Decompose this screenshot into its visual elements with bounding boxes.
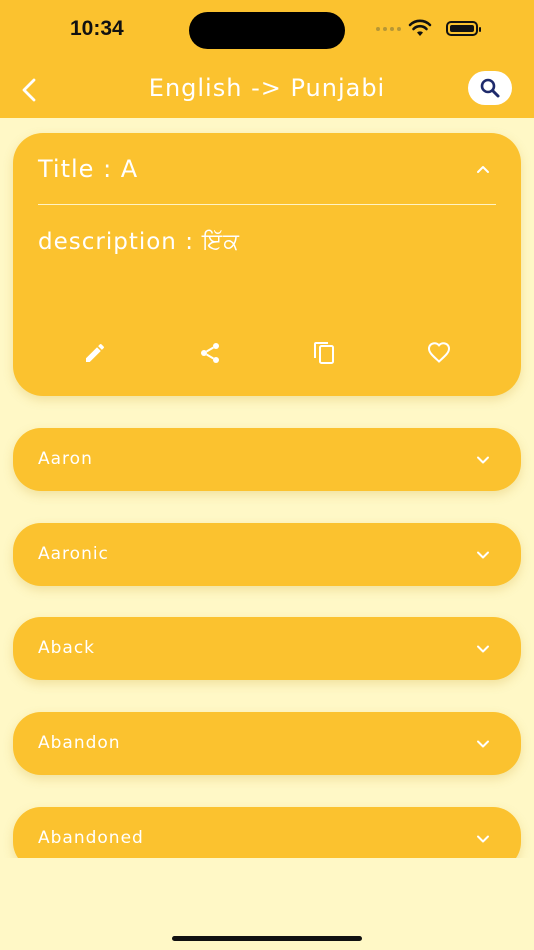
heart-icon [427, 342, 451, 363]
word-item-aaron[interactable]: Aaron [13, 428, 521, 491]
expanded-word-card: Title : A description : ਇੱਕ [13, 133, 521, 396]
word-list[interactable]: Aaron Aaronic Aback Abandon Abandoned [0, 410, 534, 858]
home-indicator[interactable] [172, 936, 362, 941]
share-icon [201, 343, 219, 363]
card-description: description : ਇੱਕ [38, 229, 240, 255]
signal-dots-icon [376, 27, 401, 31]
copy-button[interactable] [310, 339, 338, 367]
chevron-down-icon [477, 645, 489, 653]
page-title: English -> Punjabi [148, 74, 386, 102]
edit-button[interactable] [81, 339, 109, 367]
battery-icon [446, 21, 481, 36]
edit-icon [86, 343, 105, 362]
search-button[interactable] [468, 71, 512, 105]
share-button[interactable] [196, 339, 224, 367]
search-icon [480, 78, 500, 98]
chevron-up-icon[interactable] [475, 163, 491, 175]
copy-icon [314, 342, 334, 364]
card-title: Title : A [38, 155, 139, 183]
word-label: Aback [38, 638, 96, 658]
chevron-down-icon [477, 551, 489, 559]
word-label: Aaronic [38, 544, 109, 564]
word-item-abandoned[interactable]: Abandoned [13, 807, 521, 858]
status-time: 10:34 [70, 17, 124, 40]
wifi-icon [408, 19, 432, 36]
word-label: Abandoned [38, 828, 144, 848]
card-divider [38, 204, 496, 205]
word-item-aaronic[interactable]: Aaronic [13, 523, 521, 586]
word-label: Abandon [38, 733, 121, 753]
chevron-down-icon [477, 835, 489, 843]
word-label: Aaron [38, 449, 93, 469]
chevron-down-icon [477, 740, 489, 748]
favorite-button[interactable] [425, 339, 453, 367]
word-item-abandon[interactable]: Abandon [13, 712, 521, 775]
dynamic-island [189, 12, 345, 49]
chevron-down-icon [477, 456, 489, 464]
word-item-aback[interactable]: Aback [13, 617, 521, 680]
app-header: 10:34 English -> Punjabi [0, 0, 534, 118]
